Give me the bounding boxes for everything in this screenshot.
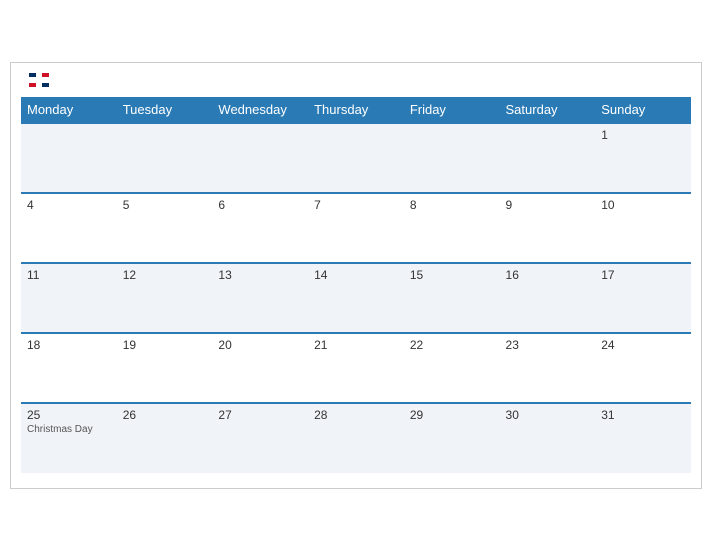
logo — [25, 73, 49, 87]
calendar-cell: 17 — [595, 263, 691, 333]
calendar-cell: 1 — [595, 123, 691, 193]
day-number: 5 — [123, 198, 207, 212]
day-number: 11 — [27, 268, 111, 282]
calendar-cell — [308, 123, 404, 193]
day-header-thursday: Thursday — [308, 97, 404, 123]
calendar-body: 145678910111213141516171819202122232425C… — [21, 123, 691, 473]
day-number: 12 — [123, 268, 207, 282]
calendar-cell: 30 — [500, 403, 596, 473]
day-header-sunday: Sunday — [595, 97, 691, 123]
calendar-cell: 10 — [595, 193, 691, 263]
calendar-cell: 23 — [500, 333, 596, 403]
calendar-cell: 5 — [117, 193, 213, 263]
day-header-wednesday: Wednesday — [212, 97, 308, 123]
day-number: 18 — [27, 338, 111, 352]
calendar-cell: 15 — [404, 263, 500, 333]
holiday-label: Christmas Day — [27, 424, 111, 435]
day-number: 9 — [506, 198, 590, 212]
day-header-monday: Monday — [21, 97, 117, 123]
calendar-cell: 26 — [117, 403, 213, 473]
calendar-cell: 8 — [404, 193, 500, 263]
week-row-5: 25 Christmas Day 26 27 28 29 30 31 — [21, 403, 691, 473]
day-number: 17 — [601, 268, 685, 282]
calendar-table: MondayTuesdayWednesdayThursdayFridaySatu… — [21, 97, 691, 473]
calendar-thead: MondayTuesdayWednesdayThursdayFridaySatu… — [21, 97, 691, 123]
week-row-1: 1 — [21, 123, 691, 193]
day-header-saturday: Saturday — [500, 97, 596, 123]
day-number: 1 — [601, 128, 685, 142]
calendar-cell: 9 — [500, 193, 596, 263]
day-number: 31 — [601, 408, 685, 422]
day-number: 21 — [314, 338, 398, 352]
day-number: 15 — [410, 268, 494, 282]
calendar-header — [21, 73, 691, 87]
day-number: 6 — [218, 198, 302, 212]
day-number: 19 — [123, 338, 207, 352]
day-number: 23 — [506, 338, 590, 352]
calendar-cell: 22 — [404, 333, 500, 403]
day-number: 25 — [27, 408, 111, 422]
calendar-cell: 25 Christmas Day — [21, 403, 117, 473]
calendar-cell: 13 — [212, 263, 308, 333]
day-number: 28 — [314, 408, 398, 422]
day-number: 26 — [123, 408, 207, 422]
day-number: 16 — [506, 268, 590, 282]
calendar-cell: 21 — [308, 333, 404, 403]
week-row-4: 18 19 20 21 22 23 24 — [21, 333, 691, 403]
calendar-cell: 11 — [21, 263, 117, 333]
day-number: 10 — [601, 198, 685, 212]
day-number: 13 — [218, 268, 302, 282]
calendar-cell: 7 — [308, 193, 404, 263]
logo-flag-icon — [29, 73, 49, 87]
calendar-cell: 6 — [212, 193, 308, 263]
calendar-cell: 27 — [212, 403, 308, 473]
day-header-tuesday: Tuesday — [117, 97, 213, 123]
calendar-cell — [117, 123, 213, 193]
day-number: 29 — [410, 408, 494, 422]
day-number: 4 — [27, 198, 111, 212]
calendar: MondayTuesdayWednesdayThursdayFridaySatu… — [10, 62, 702, 489]
calendar-cell: 18 — [21, 333, 117, 403]
day-number: 30 — [506, 408, 590, 422]
day-number: 20 — [218, 338, 302, 352]
calendar-cell: 20 — [212, 333, 308, 403]
calendar-cell: 31 — [595, 403, 691, 473]
calendar-cell: 16 — [500, 263, 596, 333]
day-header-friday: Friday — [404, 97, 500, 123]
week-row-3: 11 12 13 14 15 16 17 — [21, 263, 691, 333]
calendar-cell: 4 — [21, 193, 117, 263]
calendar-cell: 29 — [404, 403, 500, 473]
calendar-cell — [212, 123, 308, 193]
calendar-cell — [21, 123, 117, 193]
day-number: 14 — [314, 268, 398, 282]
week-row-2: 456789 10 — [21, 193, 691, 263]
day-number: 7 — [314, 198, 398, 212]
calendar-cell: 12 — [117, 263, 213, 333]
calendar-cell — [404, 123, 500, 193]
calendar-cell: 14 — [308, 263, 404, 333]
calendar-cell: 24 — [595, 333, 691, 403]
day-number: 8 — [410, 198, 494, 212]
day-number: 24 — [601, 338, 685, 352]
day-number: 22 — [410, 338, 494, 352]
days-header-row: MondayTuesdayWednesdayThursdayFridaySatu… — [21, 97, 691, 123]
day-number: 27 — [218, 408, 302, 422]
calendar-cell: 19 — [117, 333, 213, 403]
calendar-cell — [500, 123, 596, 193]
calendar-cell: 28 — [308, 403, 404, 473]
